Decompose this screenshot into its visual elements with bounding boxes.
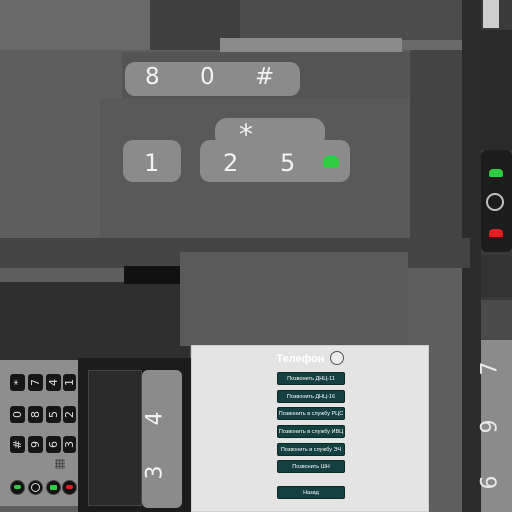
scene-floor-left — [0, 282, 190, 362]
mini-key-9[interactable]: 9 — [28, 436, 43, 453]
dialog-header: Телефон — [192, 350, 428, 368]
right-strip-dark — [481, 30, 512, 150]
mini-key-0[interactable]: 0 — [10, 406, 25, 423]
mini-call-end-button[interactable] — [62, 480, 77, 495]
call-shn-button[interactable]: Позвонить ШН — [277, 460, 345, 473]
right-strip-lower-panel — [481, 300, 512, 340]
scene-ceiling-dark-2 — [240, 0, 470, 40]
scene-key-4: 4 — [142, 411, 168, 426]
mini-refresh-button[interactable] — [28, 480, 43, 495]
right-strip-gap — [481, 255, 512, 297]
dialog-title: Телефон — [276, 353, 325, 365]
refresh-icon — [31, 483, 40, 492]
scene-right-column — [410, 50, 470, 250]
right-key-9: 9 — [477, 419, 503, 434]
green-handset-icon — [323, 156, 339, 168]
scene-key-star: * — [239, 118, 253, 151]
scene-key-hash: # — [255, 64, 275, 90]
mini-key-4[interactable]: 4 — [46, 374, 61, 391]
scene-lower-left-keys — [142, 370, 182, 508]
red-handset-icon — [66, 485, 73, 489]
call-dnc-11-button[interactable]: Позвонить ДНЦ-11 — [277, 372, 345, 385]
speaker-grille — [55, 459, 65, 469]
mini-call-accept-button[interactable] — [10, 480, 25, 495]
call-ech-service-button[interactable]: Позвонить в службу ЭЧ — [277, 443, 345, 456]
mini-key-6[interactable]: 6 — [46, 436, 61, 453]
call-ivc-service-button[interactable]: Позвонить в службу ИВЦ — [277, 425, 345, 438]
scene-key-3: 3 — [142, 465, 168, 480]
call-dnc-16-button[interactable]: Позвонить ДНЦ-16 — [277, 390, 345, 403]
mini-key-2[interactable]: 2 — [63, 406, 76, 423]
mini-keypad-panel: * 7 4 1 0 8 5 2 # 9 6 3 — [0, 360, 78, 506]
call-end-button[interactable] — [487, 224, 505, 242]
mini-key-5[interactable]: 5 — [46, 406, 61, 423]
call-accept-button[interactable] — [487, 165, 505, 183]
scene-lower-left-inner — [88, 370, 142, 506]
phone-icon — [329, 351, 344, 366]
scene-floor-block — [124, 266, 180, 284]
right-keypad-strip: 7 9 6 — [477, 0, 512, 512]
scene-key-5: 5 — [280, 149, 296, 177]
mini-key-8[interactable]: 8 — [28, 406, 43, 423]
mini-key-hash[interactable]: # — [10, 436, 25, 453]
call-rcs-service-button[interactable]: Позвонить в службу РЦС — [277, 407, 345, 420]
right-strip-top-light — [483, 0, 499, 28]
green-handset-icon — [489, 169, 503, 177]
scene-key-8: 8 — [145, 64, 160, 90]
right-key-7: 7 — [477, 361, 503, 376]
mini-transfer-button[interactable] — [46, 480, 61, 495]
red-handset-icon — [489, 229, 503, 237]
mini-key-7[interactable]: 7 — [28, 374, 43, 391]
green-handset-icon — [14, 485, 21, 489]
green-arrow-icon — [50, 485, 57, 490]
scene-key-2: 2 — [223, 149, 239, 177]
refresh-button[interactable] — [486, 193, 504, 211]
scene-floor-right — [180, 252, 408, 346]
phone-dialog: Телефон Позвонить ДНЦ-11 Позвонить ДНЦ-1… — [191, 345, 429, 512]
scene-key-0: 0 — [200, 64, 215, 90]
mini-key-3[interactable]: 3 — [63, 436, 76, 453]
mini-key-star[interactable]: * — [10, 374, 25, 391]
back-button[interactable]: Назад — [277, 486, 345, 499]
right-key-6: 6 — [477, 475, 503, 490]
mini-key-1[interactable]: 1 — [63, 374, 76, 391]
scene-key-1: 1 — [144, 149, 160, 177]
